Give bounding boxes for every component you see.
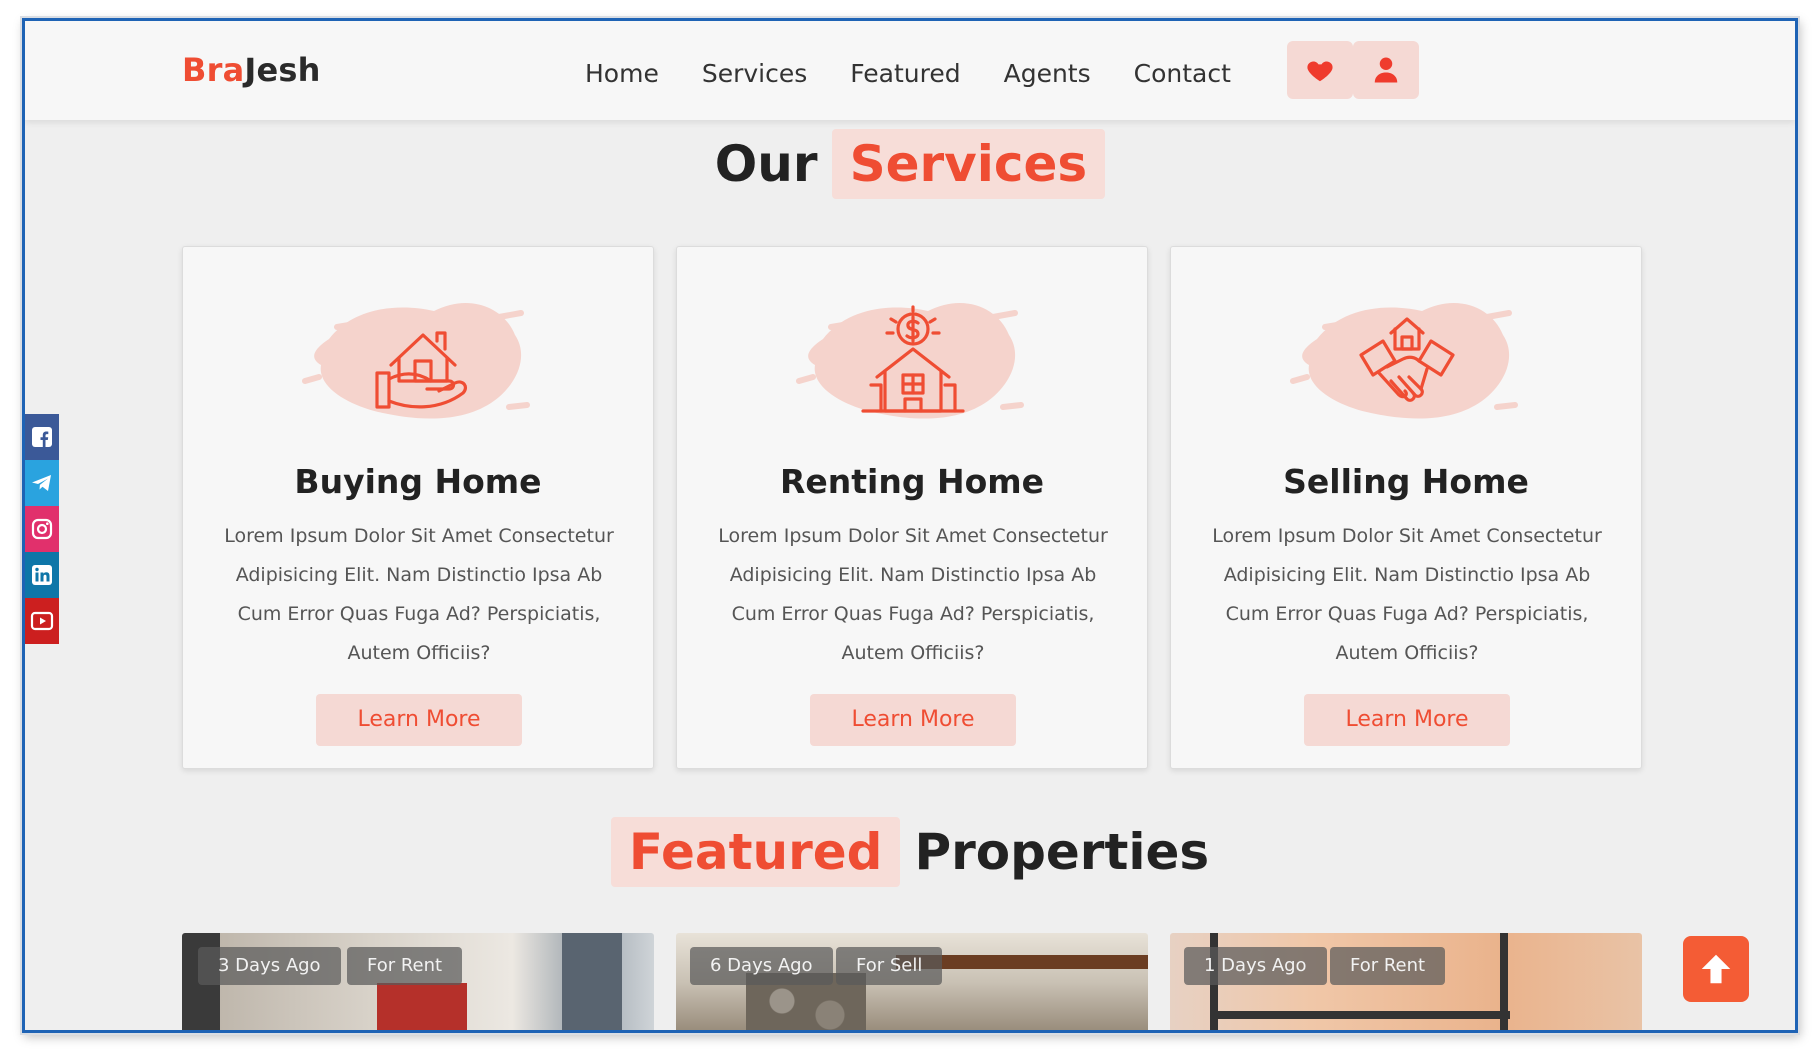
- property-age-tag: 1 Days Ago: [1184, 947, 1327, 985]
- property-photo-window: [562, 933, 622, 1030]
- scroll-to-top-button[interactable]: [1683, 936, 1749, 1002]
- service-card-renting: Renting Home Lorem Ipsum Dolor Sit Amet …: [676, 246, 1148, 769]
- youtube-icon: [30, 611, 54, 631]
- learn-more-button[interactable]: Learn More: [316, 694, 522, 746]
- linkedin-icon: [32, 565, 52, 585]
- telegram-icon: [32, 475, 51, 491]
- learn-more-button[interactable]: Learn More: [810, 694, 1016, 746]
- property-photo-frame-bar: [1210, 1011, 1510, 1019]
- hand-holding-house-icon: [302, 302, 530, 419]
- brand-logo[interactable]: BraJesh: [182, 51, 321, 89]
- nav-agents[interactable]: Agents: [1004, 59, 1091, 88]
- social-youtube-link[interactable]: [25, 598, 59, 644]
- service-card-title: Selling Home: [1283, 462, 1529, 501]
- nav-contact[interactable]: Contact: [1134, 59, 1231, 88]
- facebook-icon: [32, 427, 52, 447]
- featured-heading: Featured Properties: [25, 817, 1795, 887]
- property-status-tag: For Sell: [836, 947, 943, 985]
- user-icon: [1374, 57, 1398, 83]
- services-heading: Our Services: [25, 129, 1795, 199]
- property-card[interactable]: 6 Days Ago For Sell: [676, 933, 1148, 1030]
- brand-logo-part1: Bra: [182, 51, 245, 89]
- property-photo-painting: [377, 983, 467, 1030]
- main-nav: Home Services Featured Agents Contact: [585, 59, 1231, 88]
- property-card[interactable]: 1 Days Ago For Rent: [1170, 933, 1642, 1030]
- service-card-title: Buying Home: [294, 462, 542, 501]
- property-card[interactable]: 3 Days Ago For Rent: [182, 933, 654, 1030]
- services-heading-highlight: Services: [831, 129, 1106, 199]
- favorites-button[interactable]: [1287, 41, 1353, 99]
- heart-icon: [1307, 61, 1333, 82]
- service-card-description: Lorem Ipsum Dolor Sit Amet Consectetur A…: [718, 525, 1108, 664]
- site-header: BraJesh Home Services Featured Agents Co…: [25, 21, 1795, 120]
- featured-heading-highlight: Featured: [610, 817, 901, 887]
- service-card-buying: Buying Home Lorem Ipsum Dolor Sit Amet C…: [182, 246, 654, 769]
- social-linkedin-link[interactable]: [25, 552, 59, 598]
- service-card-selling: Selling Home Lorem Ipsum Dolor Sit Amet …: [1170, 246, 1642, 769]
- service-card-description: Lorem Ipsum Dolor Sit Amet Consectetur A…: [224, 525, 614, 664]
- handshake-house-icon: [1290, 302, 1518, 419]
- service-card-title: Renting Home: [779, 462, 1045, 501]
- social-sidebar: [25, 414, 59, 644]
- property-age-tag: 3 Days Ago: [198, 947, 341, 985]
- services-heading-plain: Our: [714, 135, 818, 193]
- nav-services[interactable]: Services: [702, 59, 807, 88]
- learn-more-button[interactable]: Learn More: [1304, 694, 1510, 746]
- social-facebook-link[interactable]: [25, 414, 59, 460]
- property-status-tag: For Rent: [1330, 947, 1446, 985]
- property-age-tag: 6 Days Ago: [690, 947, 833, 985]
- nav-featured[interactable]: Featured: [850, 59, 960, 88]
- featured-heading-plain: Properties: [914, 823, 1210, 881]
- social-telegram-link[interactable]: [25, 460, 59, 506]
- house-dollar-icon: [796, 302, 1024, 419]
- instagram-icon: [31, 518, 53, 540]
- service-card-description: Lorem Ipsum Dolor Sit Amet Consectetur A…: [1212, 525, 1602, 664]
- browser-frame: BraJesh Home Services Featured Agents Co…: [22, 18, 1798, 1033]
- brand-logo-part2: Jesh: [244, 51, 321, 89]
- nav-home[interactable]: Home: [585, 59, 659, 88]
- account-button[interactable]: [1353, 41, 1419, 99]
- property-status-tag: For Rent: [347, 947, 463, 985]
- social-instagram-link[interactable]: [25, 506, 59, 552]
- arrow-up-icon: [1701, 954, 1731, 984]
